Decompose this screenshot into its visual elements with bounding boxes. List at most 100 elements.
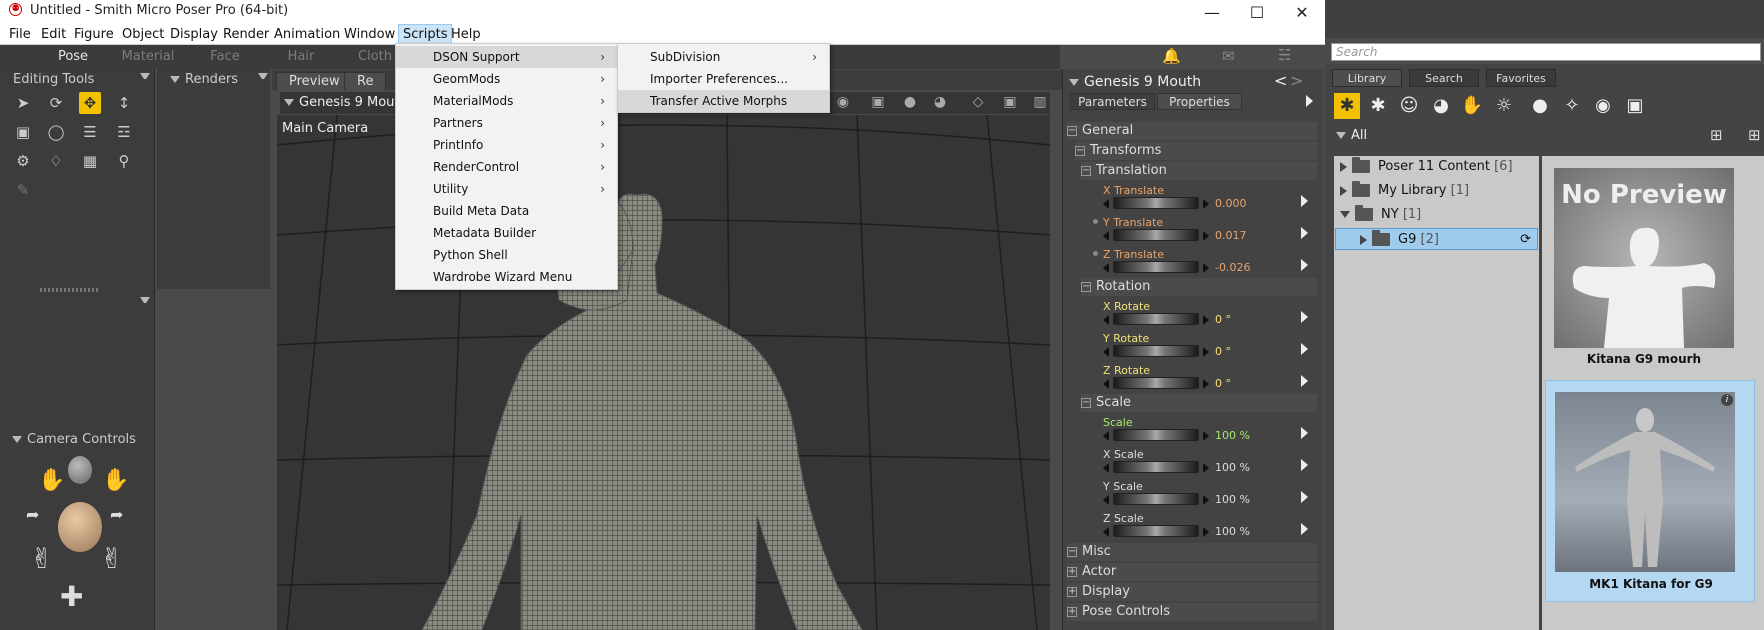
dial-y-rotate[interactable]: Y Rotate 0 ° bbox=[1103, 332, 1313, 362]
render-camera-icon[interactable]: ▣ bbox=[868, 94, 888, 112]
menu-animation[interactable]: Animation bbox=[274, 25, 340, 45]
library-shelf-icon[interactable]: ☵ bbox=[1278, 46, 1291, 64]
group-general[interactable]: − General bbox=[1067, 122, 1317, 140]
params-menu-icon[interactable] bbox=[1306, 95, 1313, 107]
menu-item-subdivision[interactable]: SubDivision › bbox=[618, 46, 829, 68]
tree-node-g9[interactable]: G9 [2] ⟳ bbox=[1335, 228, 1538, 250]
close-icon[interactable]: ✕ bbox=[1279, 0, 1325, 25]
tab-favorites[interactable]: Favorites bbox=[1486, 69, 1556, 87]
move-camera-cross-icon[interactable]: ✚ bbox=[60, 580, 83, 613]
menu-item-utility[interactable]: Utility › bbox=[396, 178, 617, 200]
translate-in-out-icon[interactable]: ↕ bbox=[113, 92, 135, 114]
lower-panel-options-icon[interactable] bbox=[140, 297, 150, 307]
menu-item-materialmods[interactable]: MaterialMods › bbox=[396, 90, 617, 112]
right-hand-camera-icon[interactable]: ✋ bbox=[102, 468, 129, 493]
group-display[interactable]: + Display bbox=[1067, 583, 1317, 601]
actor-select-dropdown[interactable]: Genesis 9 Mouth bbox=[284, 95, 408, 110]
figures-category-icon[interactable]: ✱ bbox=[1334, 93, 1360, 119]
dial-z-translate[interactable]: Z Translate -0.026 bbox=[1093, 248, 1313, 278]
menu-display[interactable]: Display bbox=[170, 25, 218, 45]
menu-help[interactable]: Help bbox=[451, 25, 481, 45]
room-tab-face[interactable]: Face bbox=[192, 48, 258, 66]
menu-item-metadata-builder[interactable]: Metadata Builder bbox=[396, 222, 617, 244]
ball-display-icon[interactable]: ◕ bbox=[930, 94, 950, 112]
room-tab-pose[interactable]: Pose bbox=[40, 48, 106, 66]
dial-z-scale[interactable]: Z Scale 100 % bbox=[1103, 512, 1313, 542]
rotate-tool-icon[interactable]: ➤ bbox=[12, 92, 34, 114]
color-tool-icon[interactable]: ☲ bbox=[113, 121, 135, 143]
menu-item-dson-support[interactable]: DSON Support › bbox=[396, 46, 617, 68]
menu-item-importer-preferences[interactable]: Importer Preferences... bbox=[618, 68, 829, 90]
hair-category-icon[interactable]: ◕ bbox=[1428, 93, 1454, 119]
tab-parameters[interactable]: Parameters bbox=[1070, 93, 1155, 110]
menu-item-build-meta-data[interactable]: Build Meta Data bbox=[396, 200, 617, 222]
cameras-category-icon[interactable]: ✧ bbox=[1559, 93, 1585, 119]
prev-actor-icon[interactable]: < bbox=[1274, 71, 1287, 90]
dial-scale[interactable]: Scale 100 % bbox=[1103, 416, 1313, 446]
taper-tool-icon[interactable]: ◯ bbox=[45, 121, 67, 143]
tab-render[interactable]: Re bbox=[344, 72, 387, 90]
minimize-icon[interactable]: — bbox=[1189, 0, 1235, 25]
sphere-display-icon[interactable]: ● bbox=[900, 94, 920, 112]
video-camera-icon[interactable]: ▣ bbox=[1000, 94, 1020, 112]
floor-grid-icon[interactable]: ◇ bbox=[968, 94, 988, 112]
expressions-category-icon[interactable]: ☺ bbox=[1396, 93, 1422, 119]
refresh-icon[interactable]: ⟳ bbox=[1520, 229, 1531, 251]
menu-item-rendercontrol[interactable]: RenderControl › bbox=[396, 156, 617, 178]
maximize-icon[interactable]: ☐ bbox=[1234, 0, 1280, 25]
dial-y-translate[interactable]: Y Translate 0.017 bbox=[1093, 216, 1313, 246]
panel-options-icon[interactable] bbox=[140, 73, 150, 83]
room-tab-material[interactable]: Material bbox=[115, 48, 181, 66]
menu-file[interactable]: File bbox=[9, 25, 31, 45]
menu-item-python-shell[interactable]: Python Shell bbox=[396, 244, 617, 266]
trackball-head-icon[interactable] bbox=[58, 502, 102, 552]
group-rotation[interactable]: − Rotation bbox=[1081, 278, 1317, 296]
group-pose-controls[interactable]: + Pose Controls bbox=[1067, 603, 1317, 621]
poses-category-icon[interactable]: ✱ bbox=[1365, 93, 1391, 119]
tab-preview[interactable]: Preview bbox=[276, 72, 353, 90]
group-transforms[interactable]: − Transforms bbox=[1075, 142, 1317, 160]
dial-x-scale[interactable]: X Scale 100 % bbox=[1103, 448, 1313, 478]
move-xy-icon[interactable]: ➦ bbox=[110, 505, 123, 524]
tree-node-my-library[interactable]: My Library [1] bbox=[1340, 180, 1469, 202]
menu-scripts[interactable]: Scripts bbox=[398, 24, 453, 44]
scale-tool-icon[interactable]: ▣ bbox=[12, 121, 34, 143]
thumb-kitana-g9-mourh[interactable]: No Preview Kitana G9 mourh bbox=[1542, 160, 1764, 378]
left-hand-camera-icon[interactable]: ✋ bbox=[38, 468, 65, 493]
scenes-category-icon[interactable]: ▣ bbox=[1622, 93, 1648, 119]
group-scale[interactable]: − Scale bbox=[1081, 394, 1317, 412]
panel-resize-grip[interactable] bbox=[40, 288, 100, 292]
move-xz-icon[interactable]: ➦ bbox=[26, 505, 39, 524]
room-tab-hair[interactable]: Hair bbox=[268, 48, 334, 66]
twist-tool-icon[interactable]: ⟳ bbox=[45, 92, 67, 114]
menu-render[interactable]: Render bbox=[223, 25, 269, 45]
paint-tool-icon[interactable]: ♢ bbox=[45, 150, 67, 172]
focal-camera-icon[interactable]: ✌ bbox=[100, 542, 123, 575]
menu-item-transfer-active-morphs[interactable]: Transfer Active Morphs bbox=[618, 90, 829, 112]
dial-x-rotate[interactable]: X Rotate 0 ° bbox=[1103, 300, 1313, 330]
dial-z-rotate[interactable]: Z Rotate 0 ° bbox=[1103, 364, 1313, 394]
morph-brush-icon[interactable]: ✎ bbox=[12, 179, 34, 201]
direct-manip-icon[interactable]: ▦ bbox=[79, 150, 101, 172]
group-actor[interactable]: + Actor bbox=[1067, 563, 1317, 581]
dial-x-translate[interactable]: X Translate 0.000 bbox=[1103, 184, 1313, 214]
renders-options-icon[interactable] bbox=[258, 73, 268, 83]
bell-icon[interactable]: 🔔 bbox=[1162, 47, 1181, 65]
tree-node-poser-11-content[interactable]: Poser 11 Content [6] bbox=[1340, 156, 1513, 178]
next-actor-icon[interactable]: > bbox=[1290, 71, 1303, 90]
thumb-mk1-kitana-for-g9[interactable]: i MK1 Kitana for G9 bbox=[1545, 380, 1755, 602]
library-options-icon[interactable]: ⊞ bbox=[1748, 126, 1761, 144]
face-camera-icon[interactable] bbox=[68, 456, 92, 484]
chat-icon[interactable]: ✉ bbox=[1222, 47, 1235, 65]
materials-category-icon[interactable]: ◉ bbox=[1590, 93, 1616, 119]
translate-tool-icon[interactable]: ✥ bbox=[79, 92, 101, 114]
tree-node-ny[interactable]: NY [1] bbox=[1340, 204, 1421, 226]
tab-library[interactable]: Library bbox=[1332, 69, 1402, 87]
menu-window[interactable]: Window bbox=[344, 25, 395, 45]
props-category-icon[interactable]: ☼ bbox=[1491, 93, 1517, 119]
add-to-library-icon[interactable]: ⊞ bbox=[1710, 126, 1723, 144]
hands-category-icon[interactable]: ✋ bbox=[1459, 93, 1485, 119]
figure-display-icon[interactable]: ▥ bbox=[1030, 94, 1050, 112]
group-translation[interactable]: − Translation bbox=[1081, 162, 1317, 180]
view-magnifier-icon[interactable]: ⚲ bbox=[113, 150, 135, 172]
